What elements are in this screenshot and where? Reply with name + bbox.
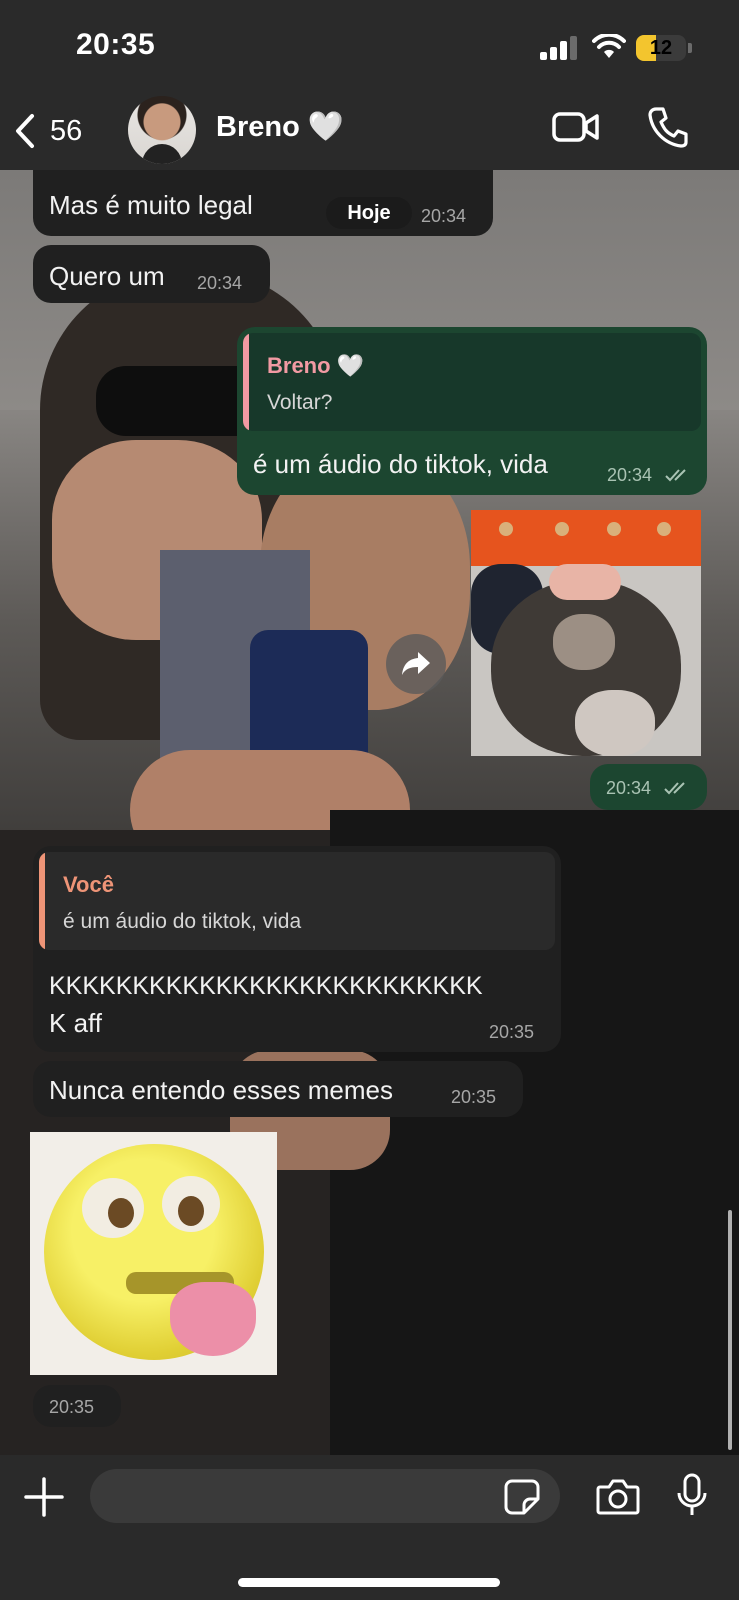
quote-text: Voltar? [267,391,333,414]
quote-accent-bar [243,333,249,431]
read-receipt-icon [665,469,686,482]
outgoing-message[interactable]: Breno 🤍 Voltar? é um áudio do tiktok, vi… [237,327,707,495]
contact-avatar[interactable] [128,96,196,164]
avatar-body [142,144,182,164]
quoted-message[interactable]: Você é um áudio do tiktok, vida [39,852,555,950]
monkey-sticker-image[interactable] [471,510,701,756]
message-text: Nunca entendo esses memes [49,1075,393,1105]
cellular-signal-icon [540,36,577,60]
emoji-sticker-image[interactable] [30,1132,277,1375]
quote-accent-bar [39,852,45,950]
back-button[interactable]: 56 [14,106,82,156]
read-receipt-icon [664,782,685,795]
outgoing-message[interactable]: 20:34 [590,764,707,810]
message-text-line: K aff [49,1008,103,1038]
battery-percent: 12 [649,37,673,59]
incoming-message[interactable]: Mas é muito legal 20:34 [33,170,493,236]
chat-header: 56 Breno 🤍 [0,96,739,170]
scrollbar[interactable] [728,1210,732,1450]
incoming-message[interactable]: Nunca entendo esses memes 20:35 [33,1061,523,1117]
plus-icon[interactable] [24,1477,64,1517]
quote-author: Você [63,872,114,897]
battery-indicator: 12 [636,35,686,61]
message-time: 20:34 [607,465,653,485]
video-call-icon[interactable] [552,110,600,144]
home-indicator [238,1578,500,1587]
message-time: 20:35 [451,1087,497,1107]
status-time: 20:35 [76,28,156,61]
message-time: 20:35 [49,1397,95,1417]
message-input[interactable] [90,1469,560,1523]
message-text: Mas é muito legal [49,190,253,220]
phone-call-icon[interactable] [648,106,688,148]
incoming-message[interactable]: Você é um áudio do tiktok, vida KKKKKKKK… [33,846,561,1052]
message-composer [0,1455,739,1600]
quote-text: é um áudio do tiktok, vida [63,910,302,933]
message-time: 20:34 [606,778,652,798]
incoming-message[interactable]: 20:35 [33,1385,121,1427]
camera-icon[interactable] [596,1479,640,1515]
message-text: é um áudio do tiktok, vida [253,449,548,479]
battery-tip [688,43,692,53]
wifi-icon [592,34,626,58]
message-time: 20:35 [489,1022,535,1042]
unread-count: 56 [50,114,83,147]
contact-name[interactable]: Breno 🤍 [216,110,344,144]
status-bar: 20:35 12 [0,0,739,96]
forward-button[interactable] [386,634,446,694]
date-chip: Hoje [326,197,412,229]
message-text: Quero um [49,261,165,291]
message-text-line: KKKKKKKKKKKKKKKKKKKKKKKKKK [49,972,483,1000]
quoted-message[interactable]: Breno 🤍 Voltar? [243,333,701,431]
chevron-left-icon [16,114,34,148]
forward-arrow-icon [402,652,430,675]
message-time: 20:34 [197,273,243,293]
microphone-icon[interactable] [676,1473,708,1519]
quote-author: Breno 🤍 [267,353,365,378]
message-time: 20:34 [421,206,467,226]
sticker-icon[interactable] [504,1479,540,1515]
incoming-message[interactable]: Quero um 20:34 [33,245,270,303]
